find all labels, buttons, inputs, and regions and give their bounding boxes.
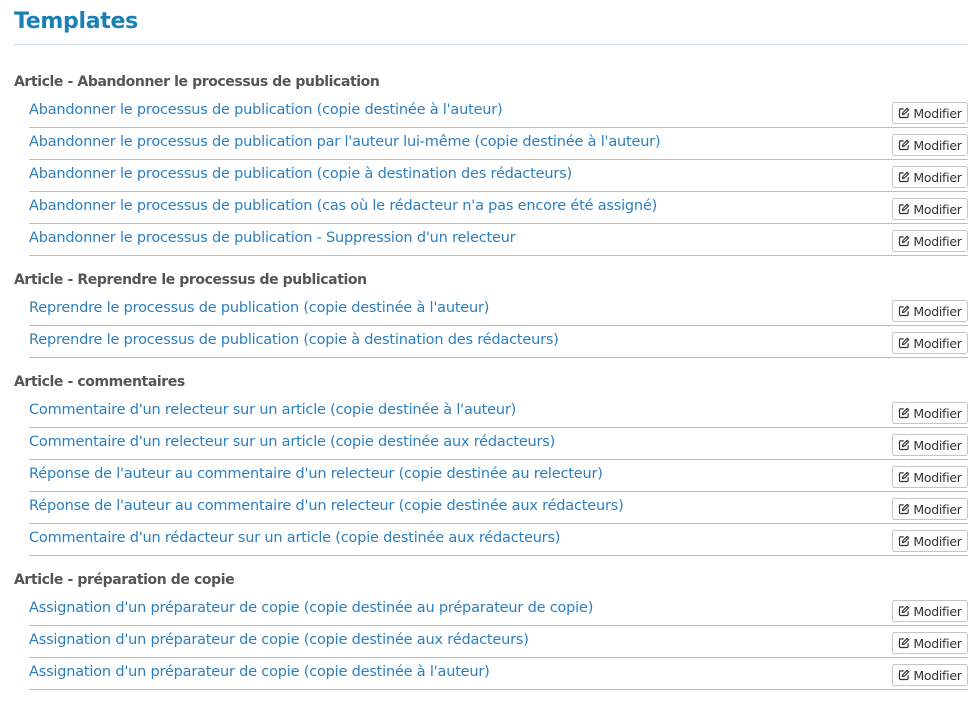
template-link[interactable]: Commentaire d'un relecteur sur un articl… (29, 434, 555, 450)
template-link[interactable]: Réponse de l'auteur au commentaire d'un … (29, 466, 603, 482)
edit-icon (898, 503, 910, 515)
edit-button[interactable]: Modifier (892, 166, 968, 188)
group-heading: Article - Abandonner le processus de pub… (14, 74, 380, 90)
edit-button-label: Modifier (913, 533, 962, 549)
title-divider (14, 44, 968, 45)
edit-icon (898, 337, 910, 349)
template-link[interactable]: Réponse de l'auteur au commentaire d'un … (29, 498, 624, 514)
template-row: Commentaire d'un relecteur sur un articl… (29, 428, 968, 460)
template-group: Article - Abandonner le processus de pub… (0, 70, 980, 256)
template-row: Réponse de l'auteur au commentaire d'un … (29, 460, 968, 492)
group-items: Assignation d'un préparateur de copie (c… (0, 594, 980, 690)
template-link[interactable]: Abandonner le processus de publication -… (29, 230, 516, 246)
edit-button-label: Modifier (913, 469, 962, 485)
edit-icon (898, 669, 910, 681)
template-row: Assignation d'un préparateur de copie (c… (29, 626, 968, 658)
template-link[interactable]: Abandonner le processus de publication (… (29, 198, 657, 214)
template-link[interactable]: Abandonner le processus de publication p… (29, 134, 661, 150)
template-row: Reprendre le processus de publication (c… (29, 294, 968, 326)
edit-icon (898, 637, 910, 649)
edit-button-label: Modifier (913, 233, 962, 249)
template-link[interactable]: Reprendre le processus de publication (c… (29, 300, 489, 316)
edit-button[interactable]: Modifier (892, 198, 968, 220)
page-title: Templates (14, 9, 138, 34)
edit-button-label: Modifier (913, 335, 962, 351)
template-groups: Article - Abandonner le processus de pub… (0, 70, 980, 702)
template-row: Commentaire d'un relecteur sur un articl… (29, 396, 968, 428)
template-row: Abandonner le processus de publication p… (29, 128, 968, 160)
edit-button[interactable]: Modifier (892, 402, 968, 424)
edit-button-label: Modifier (913, 303, 962, 319)
template-link[interactable]: Abandonner le processus de publication (… (29, 166, 572, 182)
template-row: Commentaire d'un rédacteur sur un articl… (29, 524, 968, 556)
template-group: Article - Reprendre le processus de publ… (0, 268, 980, 358)
template-row: Réponse de l'auteur au commentaire d'un … (29, 492, 968, 524)
group-heading: Article - Reprendre le processus de publ… (14, 272, 367, 288)
template-row: Abandonner le processus de publication -… (29, 224, 968, 256)
template-group: Article - préparation de copie Assignati… (0, 568, 980, 690)
edit-button[interactable]: Modifier (892, 300, 968, 322)
edit-button-label: Modifier (913, 635, 962, 651)
group-items: Abandonner le processus de publication (… (0, 96, 980, 256)
edit-icon (898, 439, 910, 451)
template-row: Abandonner le processus de publication (… (29, 160, 968, 192)
edit-button[interactable]: Modifier (892, 632, 968, 654)
edit-icon (898, 605, 910, 617)
template-link[interactable]: Assignation d'un préparateur de copie (c… (29, 600, 593, 616)
edit-button[interactable]: Modifier (892, 498, 968, 520)
template-link[interactable]: Abandonner le processus de publication (… (29, 102, 503, 118)
template-row: Assignation d'un préparateur de copie (c… (29, 594, 968, 626)
template-link[interactable]: Assignation d'un préparateur de copie (c… (29, 632, 529, 648)
edit-button-label: Modifier (913, 667, 962, 683)
template-row: Abandonner le processus de publication (… (29, 192, 968, 224)
edit-button[interactable]: Modifier (892, 332, 968, 354)
edit-icon (898, 171, 910, 183)
edit-button-label: Modifier (913, 437, 962, 453)
edit-button[interactable]: Modifier (892, 530, 968, 552)
template-row: Abandonner le processus de publication (… (29, 96, 968, 128)
template-link[interactable]: Commentaire d'un relecteur sur un articl… (29, 402, 516, 418)
edit-icon (898, 471, 910, 483)
edit-button[interactable]: Modifier (892, 600, 968, 622)
edit-button[interactable]: Modifier (892, 466, 968, 488)
edit-icon (898, 203, 910, 215)
edit-button-label: Modifier (913, 603, 962, 619)
edit-button[interactable]: Modifier (892, 434, 968, 456)
edit-button[interactable]: Modifier (892, 230, 968, 252)
template-link[interactable]: Reprendre le processus de publication (c… (29, 332, 559, 348)
edit-button[interactable]: Modifier (892, 102, 968, 124)
edit-button[interactable]: Modifier (892, 134, 968, 156)
template-link[interactable]: Commentaire d'un rédacteur sur un articl… (29, 530, 560, 546)
edit-icon (898, 107, 910, 119)
group-items: Commentaire d'un relecteur sur un articl… (0, 396, 980, 556)
edit-button-label: Modifier (913, 169, 962, 185)
edit-button-label: Modifier (913, 501, 962, 517)
template-row: Reprendre le processus de publication (c… (29, 326, 968, 358)
edit-button[interactable]: Modifier (892, 664, 968, 686)
template-group: Article - commentaires Commentaire d'un … (0, 370, 980, 556)
edit-icon (898, 407, 910, 419)
edit-button-label: Modifier (913, 201, 962, 217)
edit-icon (898, 535, 910, 547)
templates-page: Templates Article - Abandonner le proces… (0, 0, 980, 711)
edit-button-label: Modifier (913, 405, 962, 421)
edit-icon (898, 235, 910, 247)
template-row: Assignation d'un préparateur de copie (c… (29, 658, 968, 690)
edit-button-label: Modifier (913, 137, 962, 153)
group-heading: Article - commentaires (14, 374, 185, 390)
group-heading: Article - préparation de copie (14, 572, 235, 588)
group-items: Reprendre le processus de publication (c… (0, 294, 980, 358)
edit-icon (898, 139, 910, 151)
edit-button-label: Modifier (913, 105, 962, 121)
template-link[interactable]: Assignation d'un préparateur de copie (c… (29, 664, 490, 680)
edit-icon (898, 305, 910, 317)
